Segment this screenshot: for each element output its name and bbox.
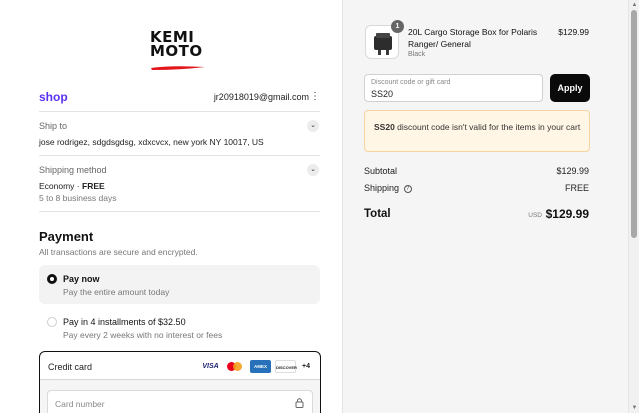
lock-icon — [295, 398, 304, 408]
checkout-main-column: KEMI MOTO shop jr20918019@gmail.com ⋮ Sh… — [0, 0, 342, 413]
option-description: Pay the entire amount today — [63, 287, 170, 297]
shipping-method-value: Economy · FREE — [39, 181, 105, 191]
card-number-input[interactable]: Card number — [47, 390, 313, 413]
shipping-summary-value: FREE — [564, 183, 589, 193]
account-email: jr20918019@gmail.com — [213, 92, 309, 102]
store-logo[interactable]: KEMI MOTO — [150, 30, 210, 70]
payment-subtitle: All transactions are secure and encrypte… — [39, 247, 198, 257]
shipping-method-name: Economy — [39, 181, 75, 191]
more-brands-count: +4 — [302, 363, 310, 370]
scrollbar-thumb[interactable] — [631, 10, 637, 238]
chevron-down-icon[interactable]: ⌄ — [307, 120, 319, 132]
card-brands: VISA AMEX DISCOVER +4 — [200, 360, 312, 373]
discover-icon: DISCOVER — [275, 360, 297, 373]
discount-label: Discount code or gift card — [371, 79, 451, 86]
subtotal-value: $129.99 — [556, 166, 589, 176]
credit-card-panel[interactable]: Credit card VISA AMEX DISCOVER +4 Card n… — [39, 351, 321, 413]
chevron-down-icon[interactable]: ⌄ — [307, 164, 319, 176]
error-code: SS20 — [374, 122, 395, 132]
shipping-summary-text: Shipping — [364, 183, 400, 193]
discount-error-text: SS20 discount code isn't valid for the i… — [374, 121, 584, 133]
visa-icon: VISA — [200, 360, 222, 373]
option-title: Pay in 4 installments of $32.50 — [63, 317, 186, 327]
amex-icon: AMEX — [250, 360, 272, 373]
discount-error-banner: SS20 discount code isn't valid for the i… — [364, 110, 590, 152]
total-label: Total — [364, 208, 391, 220]
divider — [39, 211, 320, 212]
credit-card-label: Credit card — [48, 362, 93, 372]
payment-title: Payment — [39, 229, 94, 244]
scroll-up-arrow-icon[interactable]: ▲ — [630, 1, 639, 9]
subtotal-label: Subtotal — [364, 166, 398, 176]
quantity-badge: 1 — [391, 20, 404, 33]
shipping-method-price: FREE — [82, 181, 105, 191]
apply-button[interactable]: Apply — [550, 74, 590, 102]
product-name: 20L Cargo Storage Box for Polaris Ranger… — [408, 27, 538, 49]
option-description: Pay every 2 weeks with no interest or fe… — [63, 330, 223, 340]
mastercard-icon — [225, 360, 247, 373]
ship-to-address: jose rodrigez, sdgdsgdsg, xdxcvcx, new y… — [39, 137, 264, 147]
scroll-down-arrow-icon[interactable]: ▼ — [630, 404, 639, 412]
card-number-placeholder: Card number — [55, 399, 105, 409]
help-icon[interactable]: ? — [403, 184, 412, 193]
order-summary-column: 1 20L Cargo Storage Box for Polaris Rang… — [342, 0, 628, 413]
radio-unselected[interactable] — [47, 317, 57, 327]
divider — [39, 155, 320, 156]
payment-option-installments[interactable]: Pay in 4 installments of $32.50 Pay ever… — [39, 308, 320, 347]
shipping-eta: 5 to 8 business days — [39, 193, 117, 203]
discount-code-input[interactable]: Discount code or gift card SS20 — [364, 74, 543, 102]
discount-value: SS20 — [371, 89, 394, 99]
page-scrollbar[interactable]: ▲ ▼ — [628, 0, 639, 413]
shop-pay-logo: shop — [39, 90, 68, 104]
total-currency: USD — [528, 212, 542, 219]
shipping-method-label: Shipping method — [39, 165, 107, 175]
shop-pay-account-row: shop jr20918019@gmail.com ⋮ — [39, 90, 320, 106]
shipping-method-separator: · — [74, 181, 82, 191]
credit-card-header[interactable]: Credit card VISA AMEX DISCOVER +4 — [40, 352, 320, 380]
total-value: $129.99 — [545, 207, 589, 221]
ship-to-label: Ship to — [39, 121, 68, 131]
payment-option-pay-now[interactable]: Pay now Pay the entire amount today — [39, 265, 320, 304]
radio-selected[interactable] — [47, 274, 57, 284]
logo-swoosh-icon — [151, 66, 205, 70]
logo-line-2: MOTO — [150, 42, 203, 60]
option-title: Pay now — [63, 274, 100, 284]
product-price: $129.99 — [558, 27, 589, 37]
divider — [39, 111, 320, 112]
kebab-icon[interactable]: ⋮ — [310, 91, 320, 103]
shipping-summary-label: Shipping ? — [364, 183, 412, 193]
product-variant: Black — [408, 51, 426, 58]
credit-card-body: Card number — [40, 380, 320, 413]
error-message: discount code isn't valid for the items … — [394, 122, 581, 132]
